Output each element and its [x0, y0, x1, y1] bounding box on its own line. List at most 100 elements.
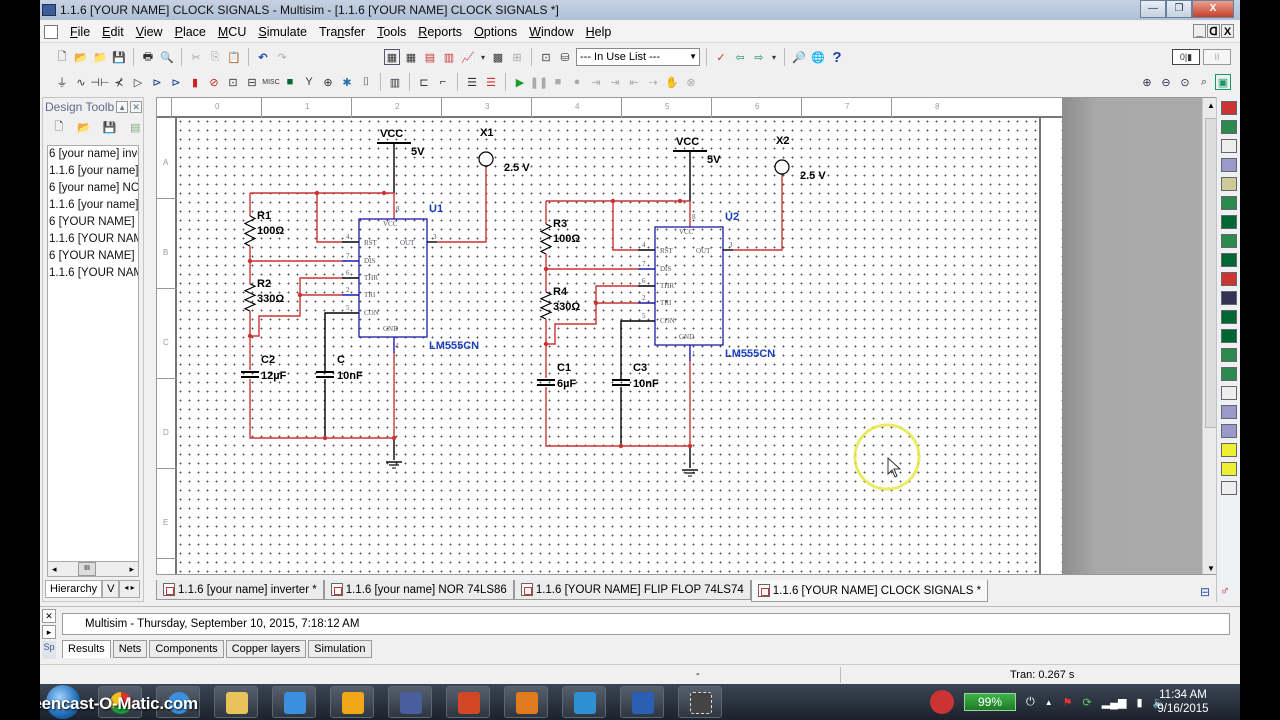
- zoom-out-icon[interactable]: ⊖: [1158, 74, 1174, 90]
- bus-icon[interactable]: ⊏: [416, 74, 432, 90]
- ladder-rung-icon[interactable]: ☰: [464, 74, 480, 90]
- instrument-icon[interactable]: [1220, 310, 1237, 324]
- taskbar-screen-recorder[interactable]: [678, 686, 722, 718]
- run-to-cursor-icon[interactable]: ⇢: [645, 74, 661, 90]
- tree-item[interactable]: 6 [your name] NO: [48, 180, 138, 197]
- hierarchical-block-icon[interactable]: ▥: [387, 74, 403, 90]
- tree-item[interactable]: 6 [YOUR NAME] FI: [48, 214, 138, 231]
- ladder-io-icon[interactable]: ☰: [483, 74, 499, 90]
- tree-item[interactable]: 1.1.6 [YOUR NAMI: [48, 265, 138, 282]
- tab-inverter[interactable]: 1.1.6 [your name] inverter *: [156, 580, 324, 600]
- globe-icon[interactable]: 🌐: [810, 49, 826, 65]
- database-icon[interactable]: ⛁: [557, 49, 573, 65]
- forward-annotate-icon[interactable]: ⇨: [751, 49, 767, 65]
- menu-window[interactable]: Window: [523, 25, 579, 39]
- instrument-icon[interactable]: [1220, 177, 1237, 191]
- print-icon[interactable]: 🖶: [140, 49, 156, 65]
- electromechanical-icon[interactable]: ⊕: [320, 74, 336, 90]
- pause-simulation-icon[interactable]: ❚❚: [530, 74, 548, 90]
- new-design-icon[interactable]: 🗋: [51, 119, 67, 135]
- scroll-right-arrow[interactable]: ▸: [129, 564, 134, 575]
- instrument-icon[interactable]: [1220, 291, 1237, 305]
- menu-simulate[interactable]: Simulate: [252, 25, 313, 39]
- open-sample-icon[interactable]: 📁: [92, 49, 108, 65]
- instrument-icon[interactable]: [1220, 272, 1237, 286]
- full-screen-icon[interactable]: ▣: [1215, 74, 1231, 90]
- scroll-down-arrow[interactable]: ▼: [1207, 564, 1215, 573]
- close-design-icon[interactable]: ▤: [128, 119, 144, 135]
- taskbar-word[interactable]: [620, 686, 664, 718]
- maximize-button[interactable]: ❐: [1166, 0, 1192, 18]
- tab-visibility[interactable]: V: [102, 580, 120, 598]
- action-center-icon[interactable]: ⚑: [1063, 696, 1073, 709]
- postprocessor-icon[interactable]: ▩: [490, 49, 506, 65]
- system-clock[interactable]: 11:34 AM 9/16/2015: [1148, 688, 1218, 716]
- save-icon[interactable]: 💾: [111, 49, 127, 65]
- menu-file[interactable]: File: [64, 25, 96, 39]
- instrument-icon[interactable]: [1220, 139, 1237, 153]
- ni-component-icon[interactable]: ✱: [339, 74, 355, 90]
- indicator-icon[interactable]: ⊡: [225, 74, 241, 90]
- power-plug-icon[interactable]: ⏻: [1026, 696, 1035, 709]
- open-folder-icon[interactable]: 📂: [73, 49, 89, 65]
- tree-item[interactable]: 1.1.6 [YOUR NAMI: [48, 231, 138, 248]
- tab-nor[interactable]: 1.1.6 [your name] NOR 74LS86: [323, 580, 514, 600]
- sim-switch-on-icon[interactable]: 0|▮: [1172, 49, 1200, 65]
- mdi-close-button[interactable]: X: [1221, 24, 1234, 38]
- schematic-workspace[interactable]: 012345678 ABCDE ▲ ▼ VCC 5V R1 100Ω R2 330Ω VCC…: [156, 97, 1219, 575]
- menu-help[interactable]: Help: [580, 25, 618, 39]
- tab-flip-flop[interactable]: 1.1.6 [YOUR NAME] FLIP FLOP 74LS74: [513, 580, 751, 600]
- instrument-icon[interactable]: [1220, 386, 1237, 400]
- document-icon[interactable]: [44, 24, 58, 39]
- tab-scroll-arrows[interactable]: ◂ ▸: [119, 580, 140, 598]
- instrument-icon[interactable]: [1220, 367, 1237, 381]
- instrument-icon[interactable]: [1220, 234, 1237, 248]
- power-icon[interactable]: ▮: [1136, 696, 1142, 709]
- new-file-icon[interactable]: 🗋: [54, 49, 70, 65]
- taskbar-media-player[interactable]: [272, 686, 316, 718]
- step-into-icon[interactable]: ⇥: [588, 74, 604, 90]
- scroll-thumb[interactable]: III: [78, 562, 96, 576]
- menu-transfer[interactable]: Transfer: [313, 25, 371, 39]
- instrument-icon[interactable]: [1220, 101, 1237, 115]
- zoom-in-icon[interactable]: ⊕: [1139, 74, 1155, 90]
- menu-view[interactable]: View: [130, 25, 169, 39]
- step-over-icon[interactable]: ⇥: [607, 74, 623, 90]
- remove-breakpoints-icon[interactable]: ⊗: [683, 74, 699, 90]
- save-design-icon[interactable]: 💾: [102, 119, 118, 135]
- taskbar-multisim[interactable]: [388, 686, 432, 718]
- record-icon[interactable]: ●: [569, 74, 585, 90]
- tab-results[interactable]: Results: [62, 640, 111, 658]
- undo-icon[interactable]: ↶: [255, 49, 271, 65]
- print-preview-icon[interactable]: 🔍: [159, 49, 175, 65]
- transistor-icon[interactable]: ⊀: [111, 74, 127, 90]
- mdi-restore-button[interactable]: ᗡ: [1207, 24, 1220, 38]
- instrument-icon[interactable]: [1220, 253, 1237, 267]
- tree-item[interactable]: 1.1.6 [your name]: [48, 197, 138, 214]
- show-hidden-icons[interactable]: ▲: [1045, 698, 1053, 707]
- database-manager-icon[interactable]: ▤: [422, 49, 438, 65]
- panel-pin-button[interactable]: ▴: [116, 101, 129, 113]
- mixed-icon[interactable]: ⊘: [206, 74, 222, 90]
- taskbar-outlook[interactable]: [330, 686, 374, 718]
- instrument-icon[interactable]: [1220, 120, 1237, 134]
- taskbar-powerpoint[interactable]: [446, 686, 490, 718]
- basic-resistor-icon[interactable]: ∿: [73, 74, 89, 90]
- tree-item[interactable]: 6 [YOUR NAME] C: [48, 248, 138, 265]
- tab-nets[interactable]: Nets: [112, 640, 148, 658]
- tab-copper-layers[interactable]: Copper layers: [225, 640, 307, 658]
- close-button[interactable]: X: [1192, 0, 1234, 18]
- open-design-icon[interactable]: 📂: [77, 119, 93, 135]
- security-alert-icon[interactable]: [930, 690, 954, 714]
- back-annotate-icon[interactable]: ⇦: [732, 49, 748, 65]
- toggle-breakpoint-icon[interactable]: ✋: [664, 74, 680, 90]
- analog-icon[interactable]: ▷: [130, 74, 146, 90]
- menu-tools[interactable]: Tools: [371, 25, 412, 39]
- instrument-icon[interactable]: [1220, 424, 1237, 438]
- help-icon[interactable]: ?: [829, 49, 845, 66]
- zoom-area-icon[interactable]: ⊙: [1177, 74, 1193, 90]
- toolbox-horizontal-scrollbar[interactable]: ◂ III ▸: [47, 561, 139, 577]
- tree-item[interactable]: 1.1.6 [your name]: [48, 163, 138, 180]
- tab-simulation[interactable]: Simulation: [308, 640, 372, 658]
- instrument-icon[interactable]: [1220, 405, 1237, 419]
